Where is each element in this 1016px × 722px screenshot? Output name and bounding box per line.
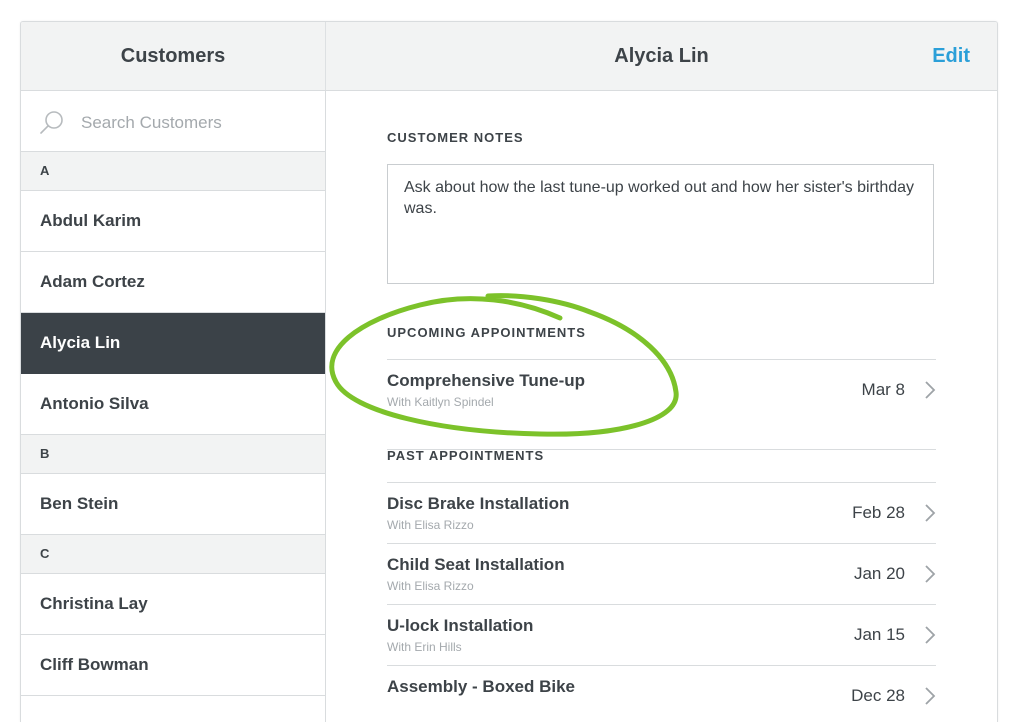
appointment-row[interactable]: U-lock Installation With Erin Hills Jan …: [387, 604, 936, 665]
customers-title: Customers: [120, 45, 226, 67]
appointment-row[interactable]: Assembly - Boxed Bike Dec 28: [387, 665, 936, 722]
section-header-c: C: [21, 535, 325, 574]
customer-item-antonio-silva[interactable]: Antonio Silva: [21, 374, 325, 435]
chevron-right-icon: [925, 687, 936, 705]
appointment-row[interactable]: Comprehensive Tune-up With Kaitlyn Spind…: [387, 359, 936, 420]
customer-notes-field[interactable]: Ask about how the last tune-up worked ou…: [387, 164, 934, 284]
section-header-b: B: [21, 435, 325, 474]
upcoming-appointments-label: UPCOMING APPOINTMENTS: [387, 325, 586, 340]
header-bar: Customers Alycia Lin Edit: [21, 22, 997, 91]
appointment-date: Dec 28: [851, 686, 905, 705]
appointment-date: Feb 28: [852, 503, 905, 522]
chevron-right-icon: [925, 565, 936, 583]
customer-item-christina-lay[interactable]: Christina Lay: [21, 574, 325, 635]
appointment-date: Jan 15: [853, 625, 905, 644]
app-window: Customers Alycia Lin Edit A Abdul Karim …: [20, 21, 998, 722]
customer-item-abdul-karim[interactable]: Abdul Karim: [21, 191, 325, 252]
appointment-row[interactable]: Child Seat Installation With Elisa Rizzo…: [387, 543, 936, 604]
appointment-staff: With Elisa Rizzo: [387, 518, 474, 532]
customer-name-title: Alycia Lin: [614, 45, 709, 67]
search-icon: [40, 111, 63, 134]
appointment-name: Comprehensive Tune-up: [387, 371, 586, 390]
chevron-right-icon: [925, 626, 936, 644]
appointment-date: Mar 8: [861, 380, 905, 399]
appointment-staff: With Elisa Rizzo: [387, 579, 474, 593]
appointment-name: U-lock Installation: [387, 616, 534, 635]
appointment-name: Child Seat Installation: [387, 555, 565, 574]
customer-list-sidebar: A Abdul Karim Adam Cortez Alycia Lin Ant…: [21, 91, 326, 722]
customer-notes-label: CUSTOMER NOTES: [387, 130, 524, 145]
appointment-date: Jan 20: [853, 564, 905, 583]
edit-button[interactable]: Edit: [932, 22, 970, 90]
customer-item-adam-cortez[interactable]: Adam Cortez: [21, 252, 325, 313]
appointment-staff: With Kaitlyn Spindel: [387, 395, 494, 409]
search-input[interactable]: [79, 109, 313, 137]
appointment-row[interactable]: Disc Brake Installation With Elisa Rizzo…: [387, 482, 936, 543]
customer-item-cliff-bowman[interactable]: Cliff Bowman: [21, 635, 325, 696]
appointment-name: Assembly - Boxed Bike: [387, 677, 576, 696]
appointment-name: Disc Brake Installation: [387, 494, 570, 513]
customer-item-alycia-lin[interactable]: Alycia Lin: [21, 313, 325, 374]
customer-item-ben-stein[interactable]: Ben Stein: [21, 474, 325, 535]
customer-detail-panel: CUSTOMER NOTES Ask about how the last tu…: [326, 91, 997, 722]
search-bar: [21, 91, 325, 152]
chevron-right-icon: [925, 381, 936, 399]
appointment-staff: With Erin Hills: [387, 640, 462, 654]
chevron-right-icon: [925, 504, 936, 522]
past-appointments-heading: PAST APPOINTMENTS: [387, 448, 545, 463]
section-header-a: A: [21, 152, 325, 191]
